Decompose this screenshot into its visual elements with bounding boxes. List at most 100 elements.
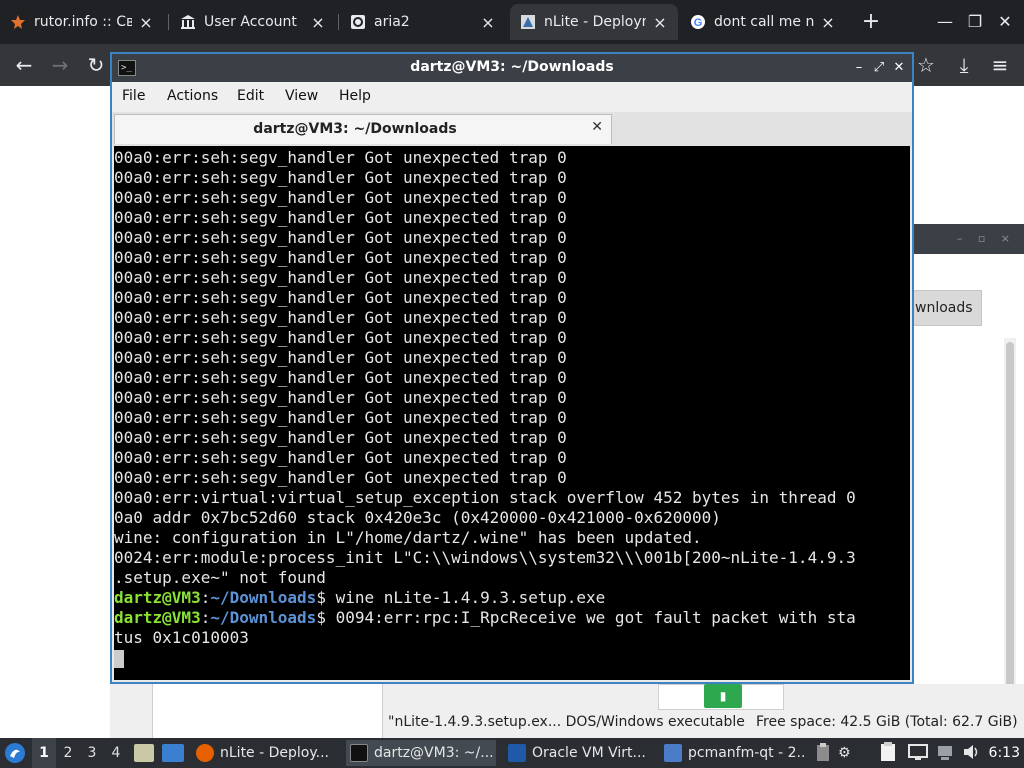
terminal-line: 0024:err:module:process_init L"C:\\windo… <box>114 548 856 567</box>
network-icon[interactable] <box>936 742 954 764</box>
bank-icon <box>180 14 196 30</box>
terminal-line: 0a0 addr 0x7bc52d60 stack 0x420e3c (0x42… <box>114 508 721 527</box>
window-controls-icon: – ▫ × <box>956 232 1016 245</box>
clipboard-icon[interactable] <box>816 742 830 764</box>
task-virtualbox[interactable]: Oracle VM Virt... <box>504 740 654 766</box>
browser-tab-rutor[interactable]: rutor.info :: Своб × <box>0 4 164 40</box>
close-icon[interactable]: ✕ <box>591 119 603 135</box>
menu-edit[interactable]: Edit <box>237 88 264 104</box>
virtualbox-icon <box>508 744 526 762</box>
terminal-line: 00a0:err:seh:segv_handler Got unexpected… <box>114 168 567 187</box>
firefox-icon <box>196 744 214 762</box>
terminal-line: 00a0:err:seh:segv_handler Got unexpected… <box>114 148 567 167</box>
task-firefox[interactable]: nLite - Deploy... <box>192 740 340 766</box>
workspace-4[interactable]: 4 <box>104 738 128 768</box>
minimize-button[interactable]: — <box>930 8 960 36</box>
workspace-1[interactable]: 1 <box>32 738 56 768</box>
forward-button[interactable]: → <box>46 53 74 77</box>
workspace-3[interactable]: 3 <box>80 738 104 768</box>
terminal-tab-strip: dartz@VM3: ~/Downloads ✕ <box>112 112 912 146</box>
clock[interactable]: 6:13 <box>989 738 1020 768</box>
terminal-line: 00a0:err:seh:segv_handler Got unexpected… <box>114 368 567 387</box>
tab-label: User Account <box>204 14 297 30</box>
terminal-line: 00a0:err:seh:segv_handler Got unexpected… <box>114 248 567 267</box>
browser-menu-button[interactable]: ≡ <box>986 53 1014 77</box>
file-manager-scrollbar[interactable] <box>1004 338 1016 706</box>
close-button[interactable]: ✕ <box>990 8 1020 36</box>
settings-icon[interactable]: ⚙ <box>838 742 851 764</box>
file-manager-tab[interactable]: wnloads <box>912 290 982 326</box>
minimize-button[interactable]: – <box>850 58 868 78</box>
browser-tab-nlite[interactable]: nLite - Deployme × <box>510 4 678 40</box>
workspace-2[interactable]: 2 <box>56 738 80 768</box>
bookmark-star-button[interactable]: ☆ <box>912 53 940 77</box>
file-manager-launcher-icon[interactable] <box>134 744 154 762</box>
svg-text:G: G <box>694 17 703 29</box>
close-icon[interactable]: × <box>652 13 668 32</box>
prompt-user: dartz@VM3 <box>114 608 201 627</box>
back-button[interactable]: ← <box>10 53 38 77</box>
prompt-path: ~/Downloads <box>210 588 317 607</box>
google-icon: G <box>690 14 706 30</box>
terminal-tab-label: dartz@VM3: ~/Downloads <box>253 121 457 137</box>
browser-tab-google[interactable]: G dont call me nez × <box>680 4 846 40</box>
terminal-icon <box>350 744 368 762</box>
tab-label: rutor.info :: Своб <box>34 14 132 30</box>
maximize-button[interactable]: ❐ <box>960 8 990 36</box>
prompt-user: dartz@VM3 <box>114 588 201 607</box>
display-icon[interactable] <box>908 742 928 764</box>
close-icon[interactable]: × <box>480 13 496 32</box>
nlite-icon <box>520 14 536 30</box>
terminal-output[interactable]: 00a0:err:seh:segv_handler Got unexpected… <box>114 146 910 680</box>
terminal-line: 00a0:err:seh:segv_handler Got unexpected… <box>114 228 567 247</box>
menu-actions[interactable]: Actions <box>167 88 218 104</box>
cursor-line <box>114 648 910 668</box>
terminal-line: 00a0:err:seh:segv_handler Got unexpected… <box>114 428 567 447</box>
browser-tab-user-account[interactable]: User Account × <box>170 4 336 40</box>
terminal-menubar: File Actions Edit View Help <box>112 82 912 112</box>
terminal-line: 00a0:err:seh:segv_handler Got unexpected… <box>114 448 567 467</box>
rutor-icon <box>10 14 26 30</box>
taskbar: 1 2 3 4 nLite - Deploy... dartz@VM3: ~/.… <box>0 738 1024 768</box>
terminal-line: 00a0:err:seh:segv_handler Got unexpected… <box>114 268 567 287</box>
usb-drive-icon[interactable]: ▮ <box>704 684 742 708</box>
status-selected-file: "nLite-1.4.9.3.setup.ex... DOS/Windows e… <box>388 714 745 730</box>
file-manager-titlebar: – ▫ × <box>912 224 1024 254</box>
close-icon[interactable]: × <box>820 13 836 32</box>
tab-label: aria2 <box>374 14 410 30</box>
restore-button[interactable]: ⤢ <box>870 58 888 78</box>
terminal-line: .setup.exe~" not found <box>114 568 326 587</box>
close-button[interactable]: ✕ <box>890 58 908 78</box>
terminal-titlebar[interactable]: >_ dartz@VM3: ~/Downloads – ⤢ ✕ <box>112 54 912 82</box>
menu-help[interactable]: Help <box>339 88 371 104</box>
task-pcmanfm[interactable]: pcmanfm-qt - 2... <box>660 740 806 766</box>
tab-divider <box>168 14 169 30</box>
task-label: pcmanfm-qt - 2... <box>688 745 806 761</box>
browser-tab-aria2[interactable]: aria2 × <box>340 4 506 40</box>
folder-icon <box>664 744 682 762</box>
terminal-line: 00a0:err:seh:segv_handler Got unexpected… <box>114 308 567 327</box>
close-icon[interactable]: × <box>138 13 154 32</box>
task-terminal[interactable]: dartz@VM3: ~/... <box>346 740 496 766</box>
terminal-line: 00a0:err:seh:segv_handler Got unexpected… <box>114 328 567 347</box>
start-menu-icon[interactable] <box>4 742 28 764</box>
terminal-tab[interactable]: dartz@VM3: ~/Downloads ✕ <box>114 114 612 144</box>
command-text: $ 0094:err:rpc:I_RpcReceive we got fault… <box>316 608 856 627</box>
menu-file[interactable]: File <box>122 88 145 104</box>
task-label: dartz@VM3: ~/... <box>374 745 494 761</box>
menu-view[interactable]: View <box>285 88 318 104</box>
scrollbar-thumb[interactable] <box>1006 342 1014 702</box>
close-icon[interactable]: × <box>310 13 326 32</box>
prompt-line: dartz@VM3:~/Downloads$ 0094:err:rpc:I_Rp… <box>114 608 856 627</box>
text-cursor <box>114 649 124 668</box>
volume-icon[interactable] <box>962 742 980 764</box>
terminal-line: 00a0:err:seh:segv_handler Got unexpected… <box>114 388 567 407</box>
show-desktop-icon[interactable] <box>162 744 184 762</box>
file-manager-sidebar-list <box>152 684 380 738</box>
notes-icon[interactable] <box>880 742 896 764</box>
new-tab-button[interactable]: + <box>858 8 884 36</box>
terminal-line: 00a0:err:seh:segv_handler Got unexpected… <box>114 288 567 307</box>
tab-divider <box>338 14 339 30</box>
downloads-button[interactable]: ⤓ <box>950 53 978 77</box>
reload-button[interactable]: ↻ <box>82 53 110 77</box>
